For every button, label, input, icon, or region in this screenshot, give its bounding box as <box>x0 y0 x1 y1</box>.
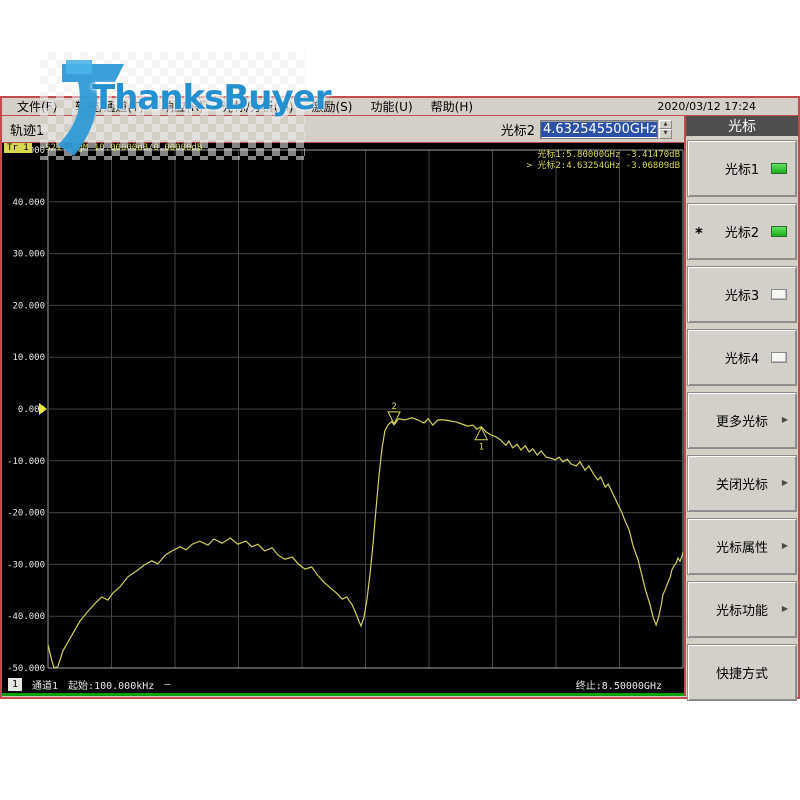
softkey-快捷方式[interactable]: 快捷方式 <box>687 644 797 701</box>
menu-item[interactable]: 激励(S) <box>303 98 362 116</box>
channel-label: 通道1 <box>32 681 59 692</box>
submenu-arrow-icon: ▶ <box>781 540 788 550</box>
plot-area: Tr 1 S21 LogM 10.00000dB/0.00000dB 50.00… <box>2 143 684 696</box>
softkey-label: 关闭光标 <box>715 478 768 493</box>
active-marker-star: * <box>695 223 703 242</box>
menu-item[interactable]: 响应(R) <box>153 98 213 116</box>
softkey-panel-title: 光标 <box>686 116 798 136</box>
marker-frequency-input[interactable]: 4.632545500GHz <box>540 119 658 139</box>
sweep-progress-line <box>2 693 684 696</box>
led-on-icon <box>771 162 787 174</box>
svg-text:10.000: 10.000 <box>12 353 45 363</box>
led-on-icon <box>771 225 787 237</box>
svg-text:-20.000: -20.000 <box>7 509 45 519</box>
trace-selector[interactable]: 轨迹1 <box>10 120 44 139</box>
marker-entry: 光标2 4.632545500GHz ▲ ▼ <box>500 119 672 139</box>
s21-trace-chart: 50.00040.00030.00020.00010.0000.000-10.0… <box>7 146 684 674</box>
trace-badge[interactable]: Tr 1 <box>4 143 32 153</box>
menu-item[interactable]: 轨迹/通道(T) <box>66 98 153 116</box>
spinner-up-icon[interactable]: ▲ <box>659 119 672 129</box>
sweep-dash: — <box>164 679 171 690</box>
softkey-label: 光标属性 <box>715 541 768 556</box>
marker-frequency-value: 4.632545500GHz <box>541 121 657 137</box>
softkey-光标功能[interactable]: 光标功能 ▶ <box>687 581 797 638</box>
svg-text:20.000: 20.000 <box>12 301 45 311</box>
svg-text:-40.000: -40.000 <box>7 612 45 622</box>
datetime-label: 2020/03/12 17:24 <box>657 100 756 113</box>
led-off-icon <box>771 288 787 300</box>
svg-text:30.000: 30.000 <box>12 250 45 260</box>
trace-header: Tr 1 S21 LogM 10.00000dB/0.00000dB <box>4 143 202 153</box>
trace-params: S21 LogM 10.00000dB/0.00000dB <box>45 143 203 153</box>
channel-status-bar: 1 通道1 起始:100.000kHz — 终止:8.50000GHz <box>2 676 684 693</box>
softkey-label: 光标2 <box>724 226 760 241</box>
softkey-光标属性[interactable]: 光标属性 ▶ <box>687 518 797 575</box>
toolbar: 轨迹1 光标2 4.632545500GHz ▲ ▼ <box>2 116 684 143</box>
submenu-arrow-icon: ▶ <box>781 603 788 613</box>
channel-number-badge: 1 <box>8 678 23 691</box>
marker-readout-line: 光标1:5.80000GHz -3.41470dB <box>537 150 680 160</box>
softkey-光标4[interactable]: 光标4 <box>687 329 797 386</box>
softkey-label: 光标3 <box>724 289 760 304</box>
screenshot-page: 文件(F) 轨迹/通道(T) 响应(R) 光标/分析(M) 激励(S) 功能(U) 帮助(H… <box>0 0 800 800</box>
frequency-spinner: ▲ ▼ <box>659 119 672 139</box>
menu-bar: 文件(F) 轨迹/通道(T) 响应(R) 光标/分析(M) 激励(S) 功能(U) 帮助(H… <box>2 98 798 116</box>
softkey-label: 光标功能 <box>715 604 768 619</box>
softkey-光标3[interactable]: 光标3 <box>687 266 797 323</box>
marker-softkey-panel: 光标 光标1 * 光标2 光标3 光标4 更多光标 ▶ 关闭光标 ▶ 光标属性 ▶ 光标功能 ▶ 快捷方式 <box>684 116 798 701</box>
softkey-label: 光标1 <box>724 163 760 178</box>
svg-text:-50.000: -50.000 <box>7 664 45 674</box>
svg-text:-30.000: -30.000 <box>7 560 45 570</box>
marker-readout-line: > 光标2:4.63254GHz -3.06809dB <box>526 161 680 171</box>
softkey-光标2[interactable]: * 光标2 <box>687 203 797 260</box>
svg-text:1: 1 <box>479 443 484 453</box>
svg-text:2: 2 <box>391 402 396 412</box>
menu-item[interactable]: 帮助(H) <box>422 98 482 116</box>
marker-readout: 光标1:5.80000GHz -3.41470dB > 光标2:4.63254GH… <box>527 150 680 172</box>
menu-item[interactable]: 功能(U) <box>361 98 421 116</box>
svg-text:-10.000: -10.000 <box>7 457 45 467</box>
softkey-label: 快捷方式 <box>715 667 768 682</box>
submenu-arrow-icon: ▶ <box>781 414 788 424</box>
softkey-label: 光标4 <box>724 352 760 367</box>
vna-window: 文件(F) 轨迹/通道(T) 响应(R) 光标/分析(M) 激励(S) 功能(U) 帮助(H… <box>0 96 800 701</box>
menu-item[interactable]: 文件(F) <box>8 98 66 116</box>
submenu-arrow-icon: ▶ <box>781 477 788 487</box>
softkey-label: 更多光标 <box>715 415 768 430</box>
softkey-光标1[interactable]: 光标1 <box>687 140 797 197</box>
start-frequency-label: 起始:100.000kHz <box>68 681 155 692</box>
led-off-icon <box>771 351 787 363</box>
svg-text:40.000: 40.000 <box>12 198 45 208</box>
spinner-down-icon[interactable]: ▼ <box>659 129 672 139</box>
marker-entry-label: 光标2 <box>500 123 535 139</box>
stop-frequency-label: 终止:8.50000GHz <box>575 681 662 692</box>
softkey-关闭光标[interactable]: 关闭光标 ▶ <box>687 455 797 512</box>
softkey-更多光标[interactable]: 更多光标 ▶ <box>687 392 797 449</box>
menu-item[interactable]: 光标/分析(M) <box>213 98 303 116</box>
